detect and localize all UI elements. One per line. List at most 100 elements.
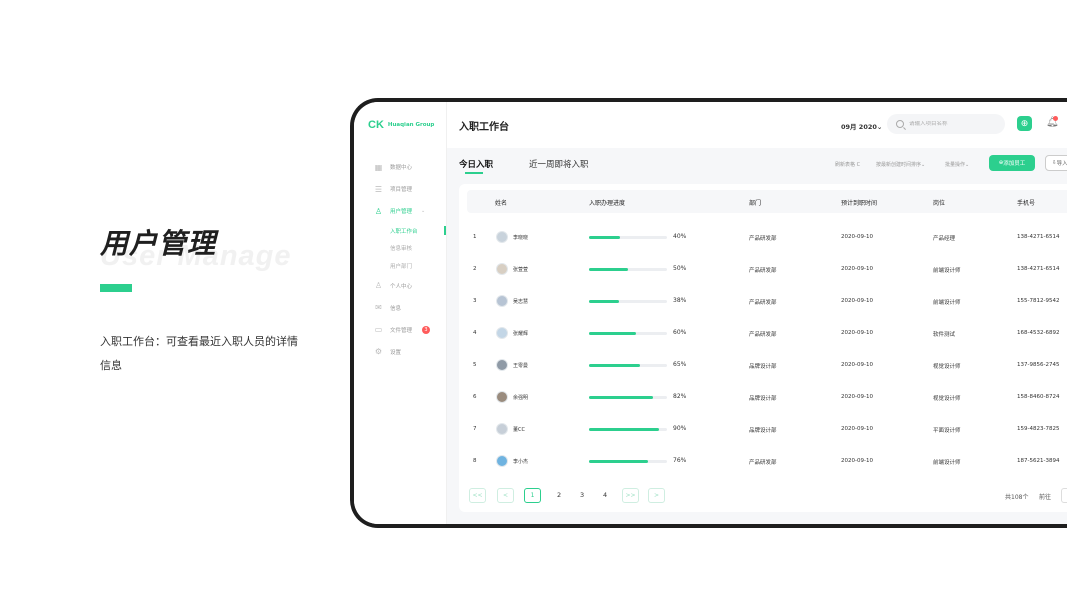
sidebar-item-label: 个人中心 <box>390 283 413 290</box>
row-index: 1 <box>473 234 477 240</box>
table-row[interactable]: 8 李小杰 76% 产品研发部 2020-09-10 前端设计师 187-5621-3894 <box>467 446 1067 478</box>
table-row[interactable]: 5 王零曼 65% 品牌设计部 2020-09-10 视觉设计师 137-9856-2745 <box>467 350 1067 382</box>
progress-percent: 90% <box>673 425 687 432</box>
department-cell: 品牌设计部 <box>749 396 777 402</box>
row-index: 7 <box>473 426 477 432</box>
progress-bar <box>589 236 667 239</box>
list-icon: ☰ <box>374 184 383 194</box>
progress-fill <box>589 332 636 335</box>
brand-logo[interactable]: CK Huaqian Group <box>368 119 434 131</box>
sidebar-subitem-onboarding[interactable]: 入职工作台 <box>354 222 446 240</box>
tab-next-week[interactable]: 近一周即将入职 <box>529 158 589 170</box>
table-row[interactable]: 1 李晓晓 40% 产品研发部 2020-09-10 产品经理 138-4271-6514 <box>467 222 1067 254</box>
avatar <box>496 327 508 339</box>
tab-today[interactable]: 今日入职 <box>459 158 493 170</box>
add-employee-label: 添加员工 <box>1003 161 1026 167</box>
page-button[interactable]: 4 <box>603 491 607 499</box>
progress-fill <box>589 268 628 271</box>
progress-bar <box>589 396 667 399</box>
chevron-down-icon: ⌄ <box>876 123 883 131</box>
row-index: 4 <box>473 330 477 336</box>
search-box[interactable] <box>887 114 1005 134</box>
table-row[interactable]: 2 张萱萱 50% 产品研发部 2020-09-10 前端设计师 138-4271-6514 <box>467 254 1067 286</box>
role-cell: 视觉设计师 <box>933 396 961 402</box>
progress-percent: 82% <box>673 393 687 400</box>
sidebar-subitem-review[interactable]: 信息审核 <box>354 240 446 258</box>
table-row[interactable]: 4 张耀辉 60% 产品研发部 2020-09-10 软件测试 168-4532-6892 <box>467 318 1067 350</box>
progress-fill <box>589 396 653 399</box>
progress-bar <box>589 332 667 335</box>
sidebar-item-settings[interactable]: ⚙ 设置 <box>354 341 446 363</box>
import-button[interactable]: ⇩ 导入 <box>1045 155 1067 171</box>
presentation-slide: User Manage 用户管理 入职工作台：可查看最近入职人员的详情信息 CK… <box>0 0 1067 600</box>
sidebar-item-messages[interactable]: ✉ 信息 <box>354 297 446 319</box>
column-header-phone: 手机号 <box>1017 200 1036 207</box>
top-bar: 入职工作台 09月 2020⌄ ⊕ 🔔︎ <box>447 102 1067 148</box>
month-picker[interactable]: 09月 2020⌄ <box>841 121 882 131</box>
row-index: 5 <box>473 362 477 368</box>
add-employee-button[interactable]: ⊕ 添加员工 <box>989 155 1035 171</box>
employee-name: 张耀辉 <box>513 331 529 337</box>
main-content: 入职工作台 09月 2020⌄ ⊕ 🔔︎ 今日入职 近一周即将入职 刷新表格 C… <box>447 102 1067 524</box>
progress-percent: 60% <box>673 329 687 336</box>
search-input[interactable] <box>909 121 999 127</box>
sidebar-item-label: 设置 <box>390 349 402 356</box>
progress-percent: 38% <box>673 297 687 304</box>
date-cell: 2020-09-10 <box>841 234 873 240</box>
phone-cell: 159-4823-7825 <box>1017 426 1060 432</box>
employee-name: 王零曼 <box>513 363 529 369</box>
phone-cell: 138-4271-6514 <box>1017 234 1060 240</box>
accent-bar <box>100 284 132 292</box>
row-index: 2 <box>473 266 477 272</box>
avatar <box>496 295 508 307</box>
progress-percent: 50% <box>673 265 687 272</box>
prev-page-button[interactable]: < <box>497 488 514 503</box>
employee-table-card: 姓名 入职办理进度 部门 预计到职时间 岗位 手机号 1 李晓晓 40% 产品研发部 2… <box>459 184 1067 512</box>
goto-page-input[interactable]: 1 <box>1061 488 1067 503</box>
sidebar-item-files[interactable]: ▭ 文件管理 3 <box>354 319 446 341</box>
avatar <box>496 391 508 403</box>
table-row[interactable]: 6 余强明 82% 品牌设计部 2020-09-10 视觉设计师 158-8460-8724 <box>467 382 1067 414</box>
date-cell: 2020-09-10 <box>841 362 873 368</box>
date-cell: 2020-09-10 <box>841 298 873 304</box>
quick-add-icon[interactable]: ⊕ <box>1017 116 1032 131</box>
next-group-button[interactable]: >> <box>622 488 639 503</box>
refresh-table[interactable]: 刷新表格 C <box>835 161 860 168</box>
department-cell: 品牌设计部 <box>749 364 777 370</box>
date-cell: 2020-09-10 <box>841 266 873 272</box>
sidebar-subitem-departments[interactable]: 用户部门 <box>354 257 446 275</box>
sidebar-item-data-center[interactable]: ▦ 数据中心 <box>354 156 446 178</box>
avatar <box>496 263 508 275</box>
tabs-row: 今日入职 近一周即将入职 刷新表格 C 按最新创建时间排序⌄ 批量操作⌄ ⊕ 添… <box>447 148 1067 182</box>
column-header-name: 姓名 <box>495 200 508 207</box>
page-button[interactable]: 3 <box>580 491 584 499</box>
sidebar-item-label: 项目管理 <box>390 187 413 193</box>
sidebar-item-profile[interactable]: ♙ 个人中心 <box>354 275 446 297</box>
phone-cell: 187-5621-3894 <box>1017 458 1060 464</box>
department-cell: 产品研发部 <box>749 268 777 274</box>
sort-dropdown-label: 按最新创建时间排序 <box>876 162 922 168</box>
sidebar-item-projects[interactable]: ☰ 项目管理 <box>354 178 446 200</box>
next-page-button[interactable]: > <box>648 488 665 503</box>
batch-action-dropdown[interactable]: 批量操作⌄ <box>945 161 969 168</box>
role-cell: 软件测试 <box>933 332 956 338</box>
table-row[interactable]: 7 董CC 90% 品牌设计部 2020-09-10 平面设计师 159-4823-7825 <box>467 414 1067 446</box>
date-cell: 2020-09-10 <box>841 458 873 464</box>
table-row[interactable]: 3 吴志慧 38% 产品研发部 2020-09-10 前端设计师 155-7812-9542 <box>467 286 1067 318</box>
first-page-button[interactable]: << <box>469 488 486 503</box>
employee-name: 余强明 <box>513 395 529 401</box>
page-button[interactable]: 2 <box>557 491 561 499</box>
progress-percent: 40% <box>673 233 687 240</box>
avatar <box>496 231 508 243</box>
sidebar-item-users[interactable]: ♙ 用户管理 ⌄ <box>354 200 446 222</box>
progress-fill <box>589 460 649 463</box>
page-button-current[interactable]: 1 <box>524 488 541 503</box>
sidebar-item-label: 信息 <box>390 305 402 312</box>
sort-dropdown[interactable]: 按最新创建时间排序⌄ <box>876 161 925 168</box>
progress-fill <box>589 364 640 367</box>
department-cell: 产品研发部 <box>749 236 777 242</box>
department-cell: 产品研发部 <box>749 460 777 466</box>
date-cell: 2020-09-10 <box>841 330 873 336</box>
table-header: 姓名 入职办理进度 部门 预计到职时间 岗位 手机号 <box>467 190 1067 213</box>
department-cell: 产品研发部 <box>749 332 777 338</box>
